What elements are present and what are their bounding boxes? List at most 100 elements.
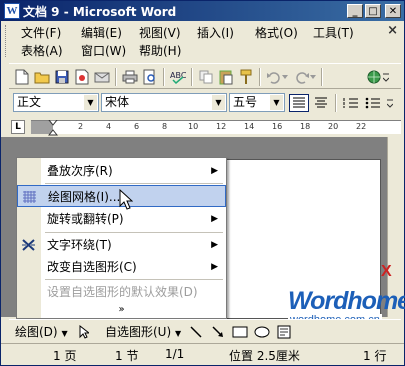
menu-insert[interactable]: 插入(I) xyxy=(197,24,234,42)
toolbar-separator xyxy=(191,68,193,86)
font-size-combo[interactable]: 五号 ▼ xyxy=(229,93,285,112)
status-page: 1 页 xyxy=(53,349,77,363)
word-app-icon[interactable]: W xyxy=(4,3,20,19)
menu-item-label: 叠放次序(R) xyxy=(47,164,113,178)
ruler-tick-label: 8 xyxy=(162,122,168,131)
numbering-button[interactable] xyxy=(341,94,361,112)
menu-item-rotate-flip[interactable]: 旋转或翻转(P) ▶ xyxy=(17,208,226,230)
menu-item-label: 设置自选图形的默认效果(D) xyxy=(47,285,198,299)
line-icon[interactable] xyxy=(187,323,205,341)
bulleted-list-icon xyxy=(365,97,380,109)
ruler-tick-label: 16 xyxy=(272,122,283,131)
menu-separator xyxy=(45,232,223,233)
toolbar-options-icon[interactable] xyxy=(381,68,391,86)
draw-menu-button[interactable]: 绘图(D) ▼ xyxy=(15,323,68,340)
status-page-of: 1/1 xyxy=(165,347,185,361)
menu-format[interactable]: 格式(O) xyxy=(255,24,298,42)
word-window: W 文档 9 - Microsoft Word _ □ ✕ 文件(F) 编辑(E… xyxy=(0,0,405,366)
autoshape-menu-label: 自选图形(U) xyxy=(105,325,172,339)
standard-toolbar: ABC xyxy=(9,63,401,89)
toolbar-options-icon[interactable] xyxy=(385,94,395,112)
maximize-button[interactable]: □ xyxy=(365,4,381,18)
menu-window[interactable]: 窗口(W) xyxy=(81,42,126,60)
toolbar-separator xyxy=(115,68,117,86)
status-position: 位置 2.5厘米 xyxy=(229,349,300,363)
menu-separator xyxy=(45,279,223,280)
menu-item-set-autoshape-defaults: 设置自选图形的默认效果(D) xyxy=(17,281,226,303)
ruler-tick-label: 18 xyxy=(300,122,311,131)
copy-icon[interactable] xyxy=(197,68,215,86)
toolbar-separator xyxy=(321,68,323,86)
autoshape-menu-button[interactable]: 自选图形(U) ▼ xyxy=(105,323,181,340)
chevron-down-icon: ▼ xyxy=(174,329,182,338)
menubar-grip[interactable] xyxy=(5,25,8,57)
ruler-tick-label: 12 xyxy=(216,122,227,131)
open-folder-icon[interactable] xyxy=(33,68,51,86)
text-wrap-icon xyxy=(22,239,35,251)
close-button[interactable]: ✕ xyxy=(385,4,401,18)
formatting-toolbar: 正文 ▼ 宋体 ▼ 五号 ▼ xyxy=(9,91,401,115)
arrow-icon[interactable] xyxy=(209,323,227,341)
toolbar-separator xyxy=(163,68,165,86)
text-box-icon[interactable] xyxy=(275,323,293,341)
mouse-cursor-icon xyxy=(119,189,133,210)
ruler-tick-label: 20 xyxy=(328,122,339,131)
menu-tools[interactable]: 工具(T) xyxy=(313,24,354,42)
oval-icon[interactable] xyxy=(253,323,271,341)
document-close-button[interactable]: × xyxy=(387,23,398,38)
menu-table[interactable]: 表格(A) xyxy=(21,42,63,60)
align-center-button[interactable] xyxy=(311,94,331,112)
font-combo[interactable]: 宋体 ▼ xyxy=(101,93,227,112)
print-preview-icon[interactable] xyxy=(141,68,159,86)
new-document-icon[interactable] xyxy=(13,68,31,86)
toolbar-separator xyxy=(259,68,261,86)
menu-expand-chevron-icon[interactable]: » xyxy=(17,303,226,317)
indent-marker-icon[interactable] xyxy=(48,120,58,136)
status-section: 1 节 xyxy=(115,349,139,363)
menu-item-order[interactable]: 叠放次序(R) ▶ xyxy=(17,160,226,182)
ruler-tick-label: 2 xyxy=(78,122,84,131)
submenu-arrow-icon: ▶ xyxy=(211,166,218,176)
menu-item-label: 旋转或翻转(P) xyxy=(47,212,124,226)
select-objects-icon[interactable] xyxy=(75,323,93,341)
menu-item-label: 文字环绕(T) xyxy=(47,238,112,252)
draw-menu-popup: 叠放次序(R) ▶ 绘图网格(I)... 旋转或翻转(P) ▶ 文字环绕(T) … xyxy=(16,157,227,319)
style-combo[interactable]: 正文 ▼ xyxy=(13,93,99,112)
menu-separator xyxy=(45,183,223,184)
bullets-button[interactable] xyxy=(363,94,383,112)
ruler-tick-label: 10 xyxy=(188,122,199,131)
chevron-down-icon[interactable]: ▼ xyxy=(212,95,225,110)
permission-icon[interactable] xyxy=(73,68,91,86)
ruler-tick-label: 14 xyxy=(244,122,255,131)
menu-help[interactable]: 帮助(H) xyxy=(139,42,181,60)
email-icon[interactable] xyxy=(93,68,111,86)
draw-menu-label: 绘图(D) xyxy=(15,325,58,339)
align-justify-button[interactable] xyxy=(289,94,309,112)
print-icon[interactable] xyxy=(121,68,139,86)
tab-selector[interactable]: L xyxy=(11,120,25,134)
horizontal-ruler[interactable]: 2 4 6 8 10 12 14 16 18 20 22 xyxy=(31,120,401,136)
x-logo-mark: X xyxy=(381,263,392,280)
menu-edit[interactable]: 编辑(E) xyxy=(81,24,122,42)
chevron-down-icon: ▼ xyxy=(61,329,68,338)
menu-item-text-wrapping[interactable]: 文字环绕(T) ▶ xyxy=(17,234,226,256)
title-bar[interactable]: W 文档 9 - Microsoft Word _ □ ✕ xyxy=(1,1,404,21)
align-justify-icon xyxy=(293,97,305,108)
chevron-down-icon[interactable]: ▼ xyxy=(84,95,97,110)
paste-icon[interactable] xyxy=(217,68,235,86)
redo-dropdown-icon[interactable] xyxy=(309,68,317,86)
save-icon[interactable] xyxy=(53,68,71,86)
menu-bar: 文件(F) 编辑(E) 视图(V) 插入(I) 格式(O) 工具(T) 表格(A… xyxy=(1,21,404,61)
rectangle-icon[interactable] xyxy=(231,323,249,341)
chevron-down-icon[interactable]: ▼ xyxy=(270,95,283,110)
numbered-list-icon xyxy=(343,98,358,108)
menu-item-change-autoshape[interactable]: 改变自选图形(C) ▶ xyxy=(17,256,226,278)
menu-view[interactable]: 视图(V) xyxy=(139,24,181,42)
spelling-grammar-icon[interactable]: ABC xyxy=(169,68,187,86)
submenu-arrow-icon: ▶ xyxy=(211,240,218,250)
minimize-button[interactable]: _ xyxy=(347,4,363,18)
format-painter-icon[interactable] xyxy=(237,68,255,86)
menu-file[interactable]: 文件(F) xyxy=(21,24,61,42)
undo-dropdown-icon[interactable] xyxy=(281,68,289,86)
grid-icon xyxy=(23,191,36,203)
